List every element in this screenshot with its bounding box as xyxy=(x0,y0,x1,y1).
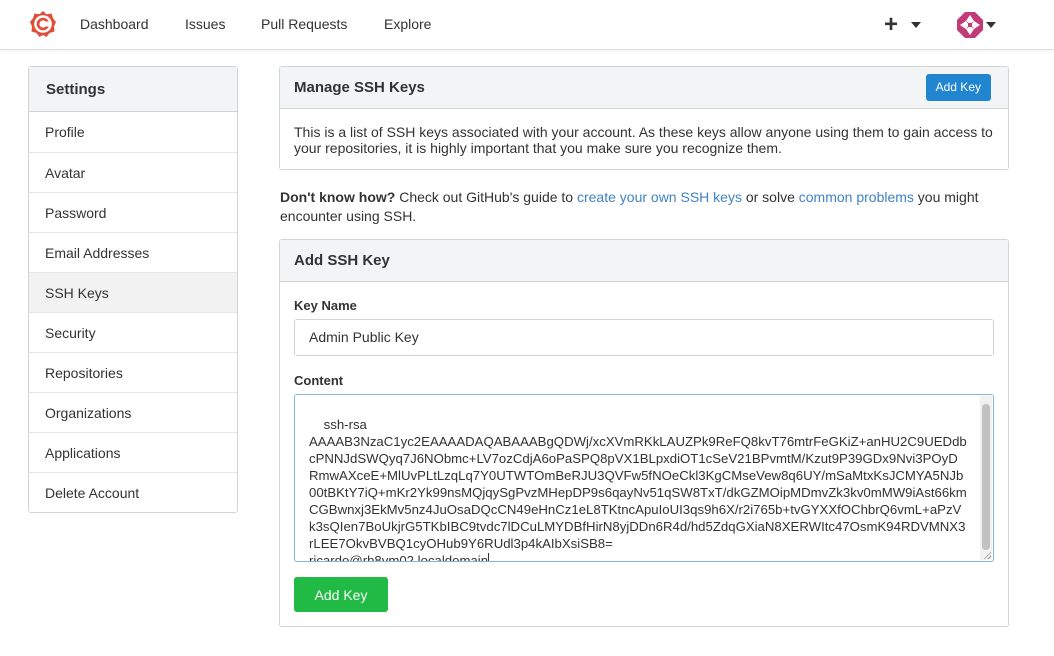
sidebar-item-security[interactable]: Security xyxy=(29,312,237,352)
key-content-textarea[interactable]: ssh-rsa AAAAB3NzaC1yc2EAAAADAQABAAABgQDW… xyxy=(294,394,994,562)
sidebar-item-delete-account[interactable]: Delete Account xyxy=(29,472,237,512)
create-ssh-keys-link[interactable]: create your own SSH keys xyxy=(577,189,742,205)
sidebar-item-password[interactable]: Password xyxy=(29,192,237,232)
sidebar-item-email-addresses[interactable]: Email Addresses xyxy=(29,232,237,272)
help-text-part: or solve xyxy=(741,189,799,205)
resize-handle-icon[interactable] xyxy=(983,551,991,559)
help-text-part: Check out GitHub's guide to xyxy=(395,189,577,205)
key-name-label: Key Name xyxy=(294,298,357,313)
create-new-dropdown[interactable]: + xyxy=(884,11,922,38)
sidebar-item-avatar[interactable]: Avatar xyxy=(29,152,237,192)
manage-ssh-keys-panel: Manage SSH Keys Add Key This is a list o… xyxy=(279,66,1009,170)
sidebar-item-applications[interactable]: Applications xyxy=(29,432,237,472)
text-cursor xyxy=(488,553,490,561)
user-menu-dropdown[interactable] xyxy=(957,12,996,38)
sidebar-item-profile[interactable]: Profile xyxy=(29,112,237,152)
ssh-keys-description: This is a list of SSH keys associated wi… xyxy=(294,124,993,156)
sidebar-item-ssh-keys[interactable]: SSH Keys xyxy=(29,272,237,312)
sidebar-title: Settings xyxy=(29,67,237,112)
add-ssh-key-header: Add SSH Key xyxy=(280,240,1008,282)
content-label: Content xyxy=(294,373,344,388)
caret-down-icon xyxy=(911,22,922,28)
top-navbar: Dashboard Issues Pull Requests Explore + xyxy=(0,0,1054,50)
gitea-logo-icon[interactable] xyxy=(29,10,57,38)
panel-title: Add SSH Key xyxy=(294,252,390,269)
add-key-header-button[interactable]: Add Key xyxy=(925,74,991,101)
manage-ssh-keys-header: Manage SSH Keys Add Key xyxy=(280,67,1008,109)
sidebar-item-organizations[interactable]: Organizations xyxy=(29,392,237,432)
key-content-text: ssh-rsa AAAAB3NzaC1yc2EAAAADAQABAAABgQDW… xyxy=(309,417,967,562)
avatar xyxy=(957,12,983,38)
panel-title: Manage SSH Keys xyxy=(294,79,425,96)
caret-down-icon xyxy=(986,22,996,28)
help-bold-text: Don't know how? xyxy=(280,189,396,205)
nav-dashboard[interactable]: Dashboard xyxy=(80,16,149,32)
settings-sidebar: Settings Profile Avatar Password Email A… xyxy=(28,66,238,513)
nav-pull-requests[interactable]: Pull Requests xyxy=(261,16,347,32)
scrollbar-thumb[interactable] xyxy=(982,404,990,550)
textarea-scrollbar[interactable] xyxy=(980,396,992,560)
plus-icon: + xyxy=(884,11,899,38)
common-problems-link[interactable]: common problems xyxy=(799,189,914,205)
add-key-submit-button[interactable]: Add Key xyxy=(294,577,388,612)
nav-explore[interactable]: Explore xyxy=(384,16,431,32)
add-ssh-key-panel: Add SSH Key Key Name Admin Public Key Co… xyxy=(279,239,1009,627)
ssh-help-text: Don't know how? Check out GitHub's guide… xyxy=(280,188,1005,226)
sidebar-item-repositories[interactable]: Repositories xyxy=(29,352,237,392)
key-name-input[interactable]: Admin Public Key xyxy=(294,319,994,356)
nav-issues[interactable]: Issues xyxy=(185,16,225,32)
